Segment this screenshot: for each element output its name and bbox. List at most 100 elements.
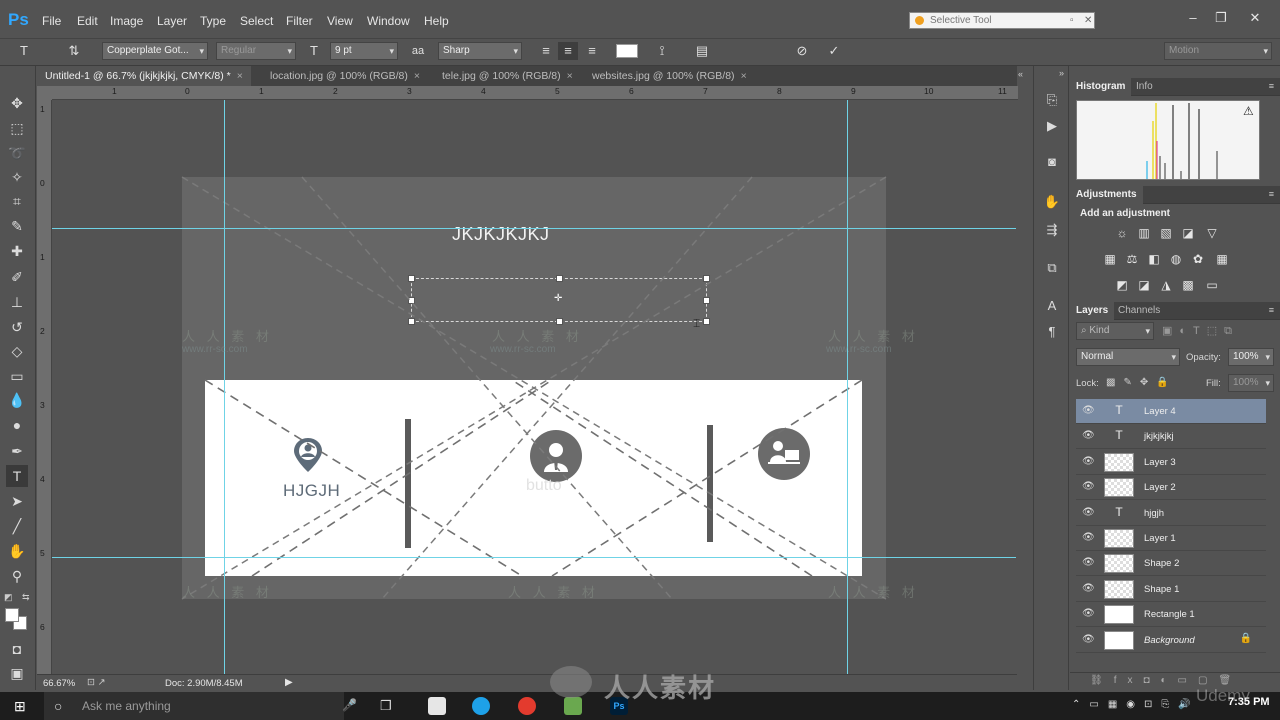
black-white-icon[interactable]: ◧ — [1146, 252, 1162, 266]
tab-location[interactable]: location.jpg @ 100% (RGB/8) × — [262, 66, 428, 86]
microphone-icon[interactable]: 🎤 — [342, 698, 357, 712]
visibility-eye-icon[interactable]: 👁 — [1082, 507, 1095, 518]
blur-tool-icon[interactable]: 💧 — [6, 389, 28, 411]
clone-stamp-tool-icon[interactable]: ⊥ — [6, 291, 28, 313]
eyedropper-tool-icon[interactable]: ✎ — [6, 215, 28, 237]
tab-tele[interactable]: tele.jpg @ 100% (RGB/8) × — [434, 66, 581, 86]
panel-menu-icon[interactable]: ≡ — [1269, 81, 1274, 91]
layer-row[interactable]: 👁 Shape 1 — [1076, 577, 1266, 602]
color-lookup-icon[interactable]: ▦ — [1214, 252, 1230, 266]
healing-brush-tool-icon[interactable]: ✚ — [6, 240, 28, 262]
vibrance-icon[interactable]: ▽ — [1204, 226, 1220, 240]
crop-tool-icon[interactable]: ⌗ — [6, 190, 28, 212]
align-right-icon[interactable]: ≡ — [582, 42, 602, 60]
task-view-icon[interactable]: ❒ — [380, 698, 392, 714]
type-tool-preset-icon[interactable]: T — [14, 42, 34, 60]
menu-layer[interactable]: Layer — [157, 14, 187, 28]
curves-icon[interactable]: ▧ — [1158, 226, 1174, 240]
menu-image[interactable]: Image — [110, 14, 143, 28]
layer-name[interactable]: Layer 4 — [1144, 406, 1176, 417]
menu-help[interactable]: Help — [424, 14, 449, 28]
tab-info[interactable]: Info — [1130, 78, 1159, 96]
layer-name[interactable]: Layer 1 — [1144, 533, 1176, 544]
menu-window[interactable]: Window — [367, 14, 410, 28]
brush-presets-icon[interactable]: ⇶ — [1042, 220, 1062, 240]
app-icon[interactable] — [564, 697, 582, 715]
layer-name[interactable]: Shape 1 — [1144, 584, 1179, 595]
visibility-eye-icon[interactable]: 👁 — [1082, 405, 1095, 416]
collapse-panels-icon[interactable]: « — [1018, 69, 1023, 79]
layer-row[interactable]: 👁 Layer 3 — [1076, 450, 1266, 475]
layer-filter-kind[interactable]: ⌕ Kind ▾ — [1076, 322, 1154, 340]
layer-row[interactable]: 👁 Background 🔒 — [1076, 628, 1266, 653]
menu-select[interactable]: Select — [240, 14, 273, 28]
layer-row[interactable]: 👁 Layer 2 — [1076, 475, 1266, 501]
font-size-select[interactable]: 9 pt ▾ — [330, 42, 398, 60]
close-icon[interactable]: ✕ — [1244, 10, 1266, 26]
status-share-icon[interactable]: ⊡ ↗ — [87, 677, 106, 688]
pen-tool-icon[interactable]: ✒ — [6, 440, 28, 462]
layer-row[interactable]: 👁 Shape 2 — [1076, 551, 1266, 577]
panel-menu-icon[interactable]: ≡ — [1269, 305, 1274, 315]
layer-row[interactable]: 👁 Rectangle 1 — [1076, 602, 1266, 628]
character-panel-icon[interactable]: ▤ — [692, 42, 712, 60]
tab-websites[interactable]: websites.jpg @ 100% (RGB/8) × — [584, 66, 755, 86]
quick-mask-icon[interactable]: ◘ — [6, 638, 28, 660]
hand-tool-icon[interactable]: ✋ — [6, 540, 28, 562]
visibility-eye-icon[interactable]: 👁 — [1082, 557, 1095, 568]
skype-icon[interactable] — [472, 697, 490, 715]
hue-saturation-icon[interactable]: ▦ — [1102, 252, 1118, 266]
default-colors-icon[interactable]: ◩ — [4, 592, 13, 603]
brightness-contrast-icon[interactable]: ☼ — [1114, 226, 1130, 240]
font-style-select[interactable]: Regular ▾ — [216, 42, 296, 60]
windows-start-icon[interactable]: ⊞ — [14, 698, 26, 715]
menu-file[interactable]: File — [42, 14, 61, 28]
layer-name[interactable]: Layer 3 — [1144, 457, 1176, 468]
menu-type[interactable]: Type — [200, 14, 226, 28]
horizontal-ruler[interactable]: 1 0 1 2 3 4 5 6 7 8 9 10 11 — [52, 86, 1018, 100]
actions-panel-icon[interactable]: ▶ — [1042, 116, 1062, 136]
guide-horizontal[interactable] — [52, 228, 1016, 229]
menu-filter[interactable]: Filter — [286, 14, 313, 28]
tab-adjustments[interactable]: Adjustments — [1070, 186, 1143, 204]
path-selection-tool-icon[interactable]: ➤ — [6, 490, 28, 512]
layer-row[interactable]: 👁 Layer 1 — [1076, 526, 1266, 551]
canvas-area[interactable]: JKJKJKJKJ ✛ ⌶ HJGJH butto 人 人 素 材 www.rr… — [52, 100, 1016, 674]
history-panel-icon[interactable]: ⎘ — [1042, 90, 1062, 110]
layer-row[interactable]: 👁 Tjkjkjkjkj — [1076, 424, 1266, 450]
selective-color-icon[interactable]: ▩ — [1180, 278, 1196, 292]
blend-mode-select[interactable]: Normal ▾ — [1076, 348, 1180, 366]
brush-tool-icon[interactable]: ✐ — [6, 266, 28, 288]
visibility-eye-icon[interactable]: 👁 — [1082, 430, 1095, 441]
foreground-color-swatch[interactable] — [5, 608, 19, 622]
screen-mode-icon[interactable]: ▣ — [6, 662, 28, 684]
workspace-select[interactable]: Motion ▾ — [1164, 42, 1272, 60]
close-icon[interactable]: ✕ — [1084, 13, 1092, 28]
levels-icon[interactable]: ▥ — [1136, 226, 1152, 240]
properties-panel-icon[interactable]: ◙ — [1042, 152, 1062, 172]
layer-name[interactable]: jkjkjkjkj — [1144, 431, 1174, 442]
layer-name[interactable]: hjgjh — [1144, 508, 1164, 519]
visibility-eye-icon[interactable]: 👁 — [1082, 456, 1095, 467]
cancel-edit-icon[interactable]: ⊘ — [792, 42, 812, 60]
posterize-icon[interactable]: ◪ — [1136, 278, 1152, 292]
layer-name[interactable]: Shape 2 — [1144, 558, 1179, 569]
fill-input[interactable]: 100% ▾ — [1228, 374, 1274, 392]
store-icon[interactable] — [428, 697, 446, 715]
text-color-swatch[interactable] — [616, 44, 638, 58]
vertical-ruler[interactable]: 1 0 1 2 3 4 5 6 — [37, 100, 52, 674]
visibility-eye-icon[interactable]: 👁 — [1082, 583, 1095, 594]
marquee-tool-icon[interactable]: ⬚ — [6, 117, 28, 139]
type-tool-icon[interactable]: T — [6, 465, 28, 487]
lock-options-icons[interactable]: ▩✎✥🔒 — [1106, 377, 1177, 388]
layer-filter-icons[interactable]: ▣◐T⬚⧉ — [1162, 324, 1239, 338]
minimize-icon[interactable]: ‒ — [1182, 10, 1204, 26]
threshold-icon[interactable]: ◮ — [1158, 278, 1174, 292]
gradient-map-icon[interactable]: ▭ — [1204, 278, 1220, 292]
menu-edit[interactable]: Edit — [77, 14, 98, 28]
gradient-tool-icon[interactable]: ▭ — [6, 365, 28, 387]
menu-view[interactable]: View — [327, 14, 353, 28]
tab-layers[interactable]: Layers — [1070, 302, 1115, 320]
character-panel-icon[interactable]: A — [1042, 296, 1062, 316]
warning-icon[interactable]: ⚠ — [1243, 104, 1254, 118]
